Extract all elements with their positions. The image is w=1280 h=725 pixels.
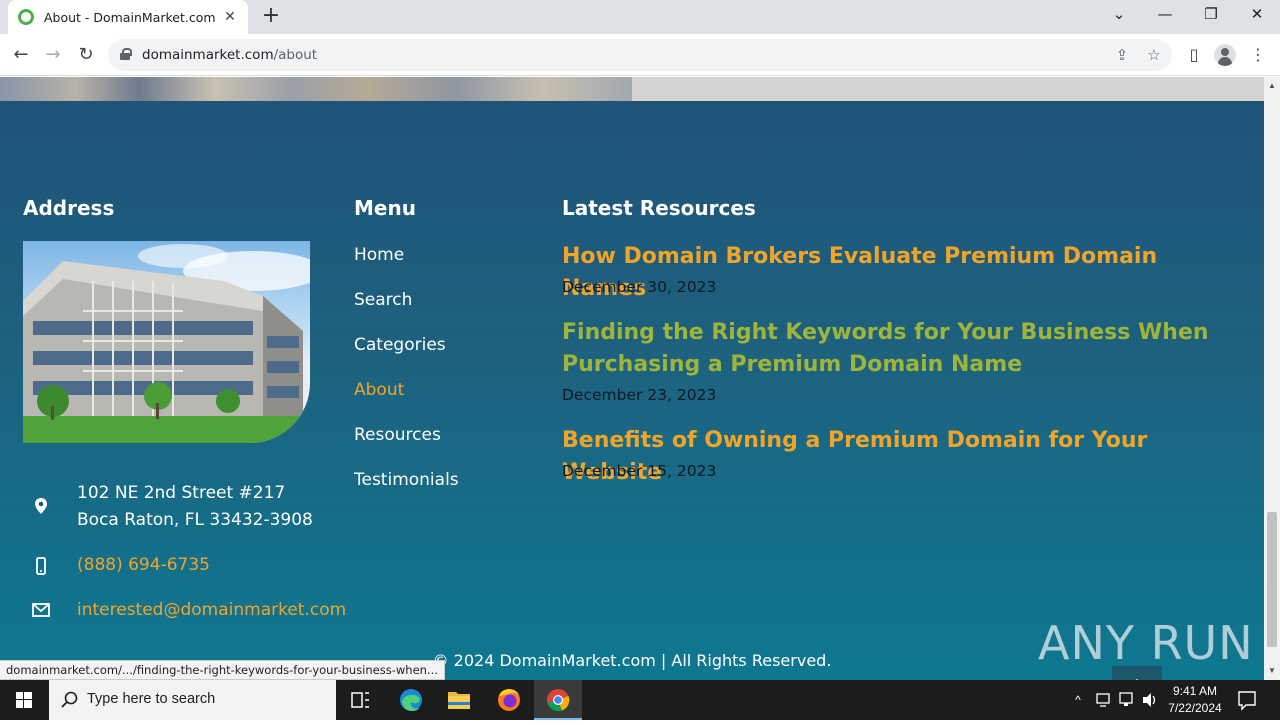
tab-search-icon[interactable]: ⌄ bbox=[1096, 0, 1142, 30]
volume-icon[interactable] bbox=[1140, 680, 1160, 720]
start-button[interactable] bbox=[0, 680, 48, 720]
minimize-button[interactable]: — bbox=[1142, 0, 1188, 30]
address-heading: Address bbox=[23, 196, 115, 220]
forward-button[interactable]: → bbox=[40, 42, 66, 68]
file-explorer-taskbar-button[interactable] bbox=[435, 680, 483, 720]
tab-title: About - DomainMarket.com bbox=[44, 9, 216, 25]
firefox-taskbar-button[interactable] bbox=[485, 680, 533, 720]
reload-button[interactable]: ↻ bbox=[73, 42, 99, 68]
search-placeholder: Type here to search bbox=[87, 691, 216, 707]
menu-testimonials-link[interactable]: Testimonials bbox=[354, 470, 459, 490]
edge-icon bbox=[400, 689, 422, 712]
scroll-down-icon[interactable]: ▼ bbox=[1264, 664, 1280, 678]
chevron-up-icon bbox=[1135, 678, 1139, 680]
share-icon[interactable]: ⇪ bbox=[1112, 45, 1132, 65]
scroll-to-top-button[interactable] bbox=[1112, 666, 1162, 680]
phone-icon bbox=[36, 557, 46, 575]
page-scrollbar[interactable]: ▲ ▼ bbox=[1264, 77, 1280, 680]
tab-strip: About - DomainMarket.com ✕ + ⌄ — ❐ ✕ bbox=[0, 0, 1280, 34]
link-status-bar: domainmarket.com/.../finding-the-right-k… bbox=[0, 660, 445, 680]
new-tab-button[interactable]: + bbox=[258, 4, 284, 30]
chrome-icon bbox=[547, 689, 570, 712]
show-hidden-icons-button[interactable]: ^ bbox=[1070, 680, 1086, 720]
folder-icon bbox=[448, 692, 470, 709]
resource-link-2[interactable]: Finding the Right Keywords for Your Busi… bbox=[562, 317, 1222, 381]
bookmark-star-icon[interactable]: ☆ bbox=[1144, 45, 1164, 65]
email-link[interactable]: interested@domainmarket.com bbox=[77, 600, 346, 620]
close-window-button[interactable]: ✕ bbox=[1234, 0, 1280, 30]
hero-section bbox=[0, 77, 1264, 101]
menu-search-link[interactable]: Search bbox=[354, 290, 412, 310]
address-text: 102 NE 2nd Street #217 Boca Raton, FL 33… bbox=[77, 480, 313, 534]
profile-avatar[interactable] bbox=[1214, 44, 1236, 66]
close-tab-icon[interactable]: ✕ bbox=[222, 9, 238, 25]
phone-link[interactable]: (888) 694-6735 bbox=[77, 555, 210, 575]
email-icon bbox=[32, 603, 50, 617]
search-icon bbox=[61, 691, 78, 708]
browser-toolbar: ← → ↻ domainmarket.com/about ⇪ ☆ ▯ ⋮ bbox=[0, 34, 1280, 76]
resources-heading: Latest Resources bbox=[562, 196, 756, 220]
office-building-image bbox=[23, 241, 310, 443]
clock-date: 7/22/2024 bbox=[1168, 701, 1222, 715]
firefox-icon bbox=[498, 689, 520, 711]
taskbar-clock[interactable]: 9:41 AM 7/22/2024 bbox=[1160, 683, 1230, 717]
menu-home-link[interactable]: Home bbox=[354, 245, 404, 265]
resource-date-1: December 30, 2023 bbox=[562, 278, 717, 296]
notification-icon[interactable] bbox=[1236, 680, 1258, 720]
map-pin-icon bbox=[35, 498, 47, 514]
resource-date-2: December 23, 2023 bbox=[562, 386, 717, 404]
restore-button[interactable]: ❐ bbox=[1188, 0, 1234, 30]
wifi-icon[interactable] bbox=[1117, 680, 1137, 720]
windows-logo-icon bbox=[16, 692, 32, 708]
hero-image bbox=[0, 77, 632, 101]
clock-time: 9:41 AM bbox=[1172, 684, 1218, 698]
url-text: domainmarket.com/about bbox=[142, 47, 318, 63]
task-view-icon bbox=[351, 692, 369, 708]
menu-about-link[interactable]: About bbox=[354, 380, 404, 400]
network-icon[interactable] bbox=[1094, 680, 1112, 720]
back-button[interactable]: ← bbox=[8, 42, 34, 68]
side-panel-icon[interactable]: ▯ bbox=[1181, 42, 1207, 68]
chrome-taskbar-button[interactable] bbox=[534, 680, 582, 720]
address-bar[interactable]: domainmarket.com/about ⇪ ☆ bbox=[108, 39, 1172, 71]
menu-categories-link[interactable]: Categories bbox=[354, 335, 446, 355]
lock-icon bbox=[120, 48, 132, 60]
edge-taskbar-button[interactable] bbox=[387, 680, 435, 720]
watermark-text: ANY RUN bbox=[1038, 616, 1254, 670]
task-view-button[interactable] bbox=[336, 680, 384, 720]
anyrun-watermark: ANY RUN bbox=[1038, 616, 1254, 670]
site-footer: Address 102 NE 2nd Street #217 Boca Rato… bbox=[0, 101, 1264, 680]
resource-date-3: December 15, 2023 bbox=[562, 462, 717, 480]
page-viewport: Address 102 NE 2nd Street #217 Boca Rato… bbox=[0, 77, 1264, 680]
menu-kebab-icon[interactable]: ⋮ bbox=[1245, 42, 1271, 68]
windows-taskbar: Type here to search ^ 9:41 AM 7/22/2024 bbox=[0, 680, 1280, 720]
address-line-2: Boca Raton, FL 33432-3908 bbox=[77, 510, 313, 530]
address-line-1: 102 NE 2nd Street #217 bbox=[77, 483, 286, 503]
menu-resources-link[interactable]: Resources bbox=[354, 425, 441, 445]
menu-heading: Menu bbox=[354, 196, 416, 220]
taskbar-search-box[interactable]: Type here to search bbox=[49, 680, 336, 720]
browser-tab[interactable]: About - DomainMarket.com ✕ bbox=[8, 0, 248, 34]
site-favicon-icon bbox=[18, 9, 34, 25]
scrollbar-thumb[interactable] bbox=[1267, 512, 1277, 647]
scroll-up-icon[interactable]: ▲ bbox=[1264, 79, 1280, 93]
